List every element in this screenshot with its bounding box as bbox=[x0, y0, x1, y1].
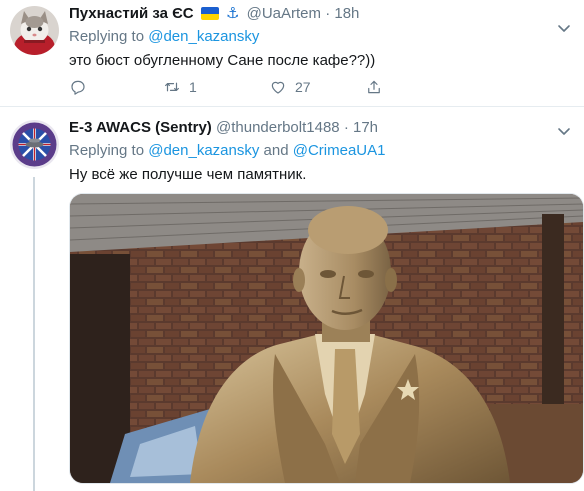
chevron-down-icon[interactable] bbox=[556, 20, 572, 36]
avatar[interactable] bbox=[10, 6, 59, 55]
user-handle[interactable]: @UaArtem bbox=[247, 5, 321, 22]
avatar[interactable] bbox=[10, 120, 59, 169]
tweet-item[interactable]: Пухнастий за ЄС ⚓ @UaArtem · 18h Replyin… bbox=[0, 0, 584, 107]
tweet-header: Пухнастий за ЄС ⚓ @UaArtem · 18h bbox=[69, 4, 359, 24]
retweet-button[interactable]: 1 bbox=[163, 78, 197, 96]
replying-label: Replying to bbox=[69, 28, 145, 45]
mention-link[interactable]: @den_kazansky bbox=[148, 142, 259, 159]
chevron-down-icon[interactable] bbox=[556, 123, 572, 139]
retweet-count: 1 bbox=[189, 79, 197, 95]
reply-button[interactable] bbox=[69, 78, 87, 96]
like-count: 27 bbox=[295, 79, 311, 95]
replying-to: Replying to @den_kazansky and @CrimeaUA1 bbox=[69, 141, 385, 161]
reply-icon bbox=[71, 80, 85, 95]
mention-joiner: and bbox=[263, 142, 289, 159]
thread-line bbox=[33, 177, 35, 491]
display-name[interactable]: E-3 AWACS (Sentry) bbox=[69, 119, 212, 136]
anchor-icon: ⚓ bbox=[225, 5, 240, 22]
tweet-header: E-3 AWACS (Sentry) @thunderbolt1488 · 17… bbox=[69, 118, 378, 138]
timestamp[interactable]: 17h bbox=[353, 119, 378, 136]
like-button[interactable]: 27 bbox=[269, 78, 311, 96]
display-name[interactable]: Пухнастий за ЄС bbox=[69, 5, 194, 22]
replying-label: Replying to bbox=[69, 142, 145, 159]
tweet-media-image[interactable] bbox=[69, 193, 584, 484]
tweet-actions: 1 27 bbox=[69, 78, 389, 100]
tweet-text: Ну всё же получше чем памятник. bbox=[69, 166, 307, 183]
replying-to: Replying to @den_kazansky bbox=[69, 27, 259, 47]
mention-link[interactable]: @den_kazansky bbox=[148, 28, 259, 45]
awacs-roundel-avatar-image bbox=[10, 120, 59, 169]
separator-dot: · bbox=[343, 119, 349, 136]
tweet-text: это бюст обугленному Сане после кафе??)) bbox=[69, 52, 376, 69]
user-handle[interactable]: @thunderbolt1488 bbox=[216, 119, 340, 136]
bronze-bust-photo bbox=[70, 194, 583, 483]
timestamp[interactable]: 18h bbox=[334, 5, 359, 22]
retweet-icon bbox=[165, 82, 179, 92]
cat-avatar-image bbox=[10, 6, 59, 55]
share-icon bbox=[368, 80, 380, 94]
mention-link[interactable]: @CrimeaUA1 bbox=[293, 142, 386, 159]
tweet-item[interactable]: E-3 AWACS (Sentry) @thunderbolt1488 · 17… bbox=[0, 107, 584, 491]
like-icon bbox=[271, 81, 285, 94]
flag-ukraine-icon bbox=[200, 7, 219, 20]
separator-dot: · bbox=[325, 5, 331, 22]
share-button[interactable] bbox=[365, 78, 383, 96]
